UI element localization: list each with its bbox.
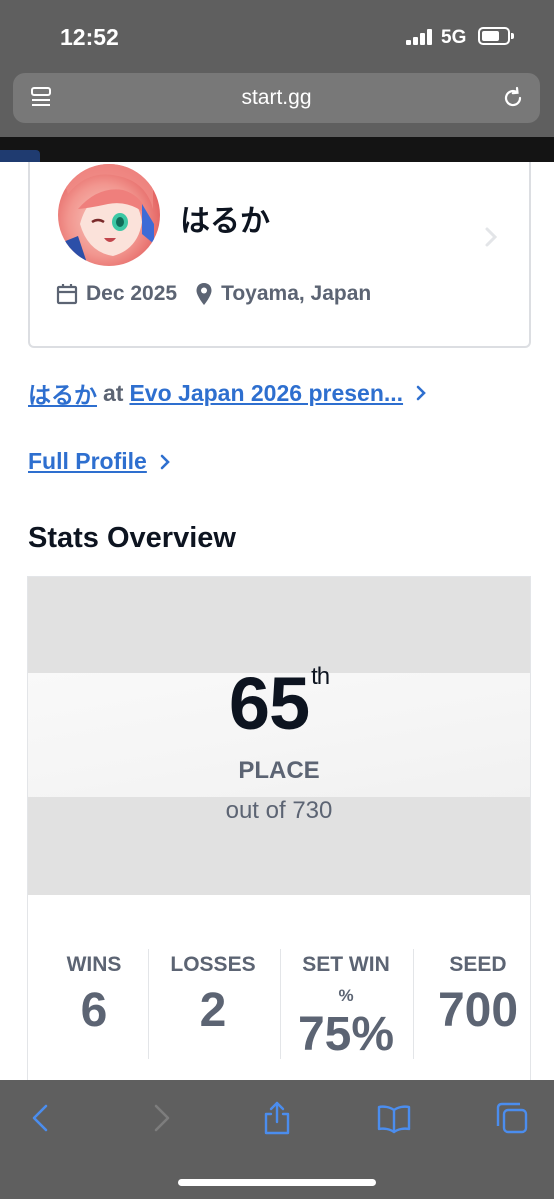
share-icon[interactable] xyxy=(259,1100,295,1136)
reload-icon[interactable] xyxy=(500,85,526,111)
back-icon[interactable] xyxy=(24,1100,60,1136)
full-profile-link[interactable]: Full Profile xyxy=(28,448,171,475)
stat-label: SEED xyxy=(449,953,507,976)
tabs-icon[interactable] xyxy=(494,1100,530,1136)
stats-panel: 65th PLACE out of 730 WINS 6 LOSSES 2 SE… xyxy=(27,576,531,1096)
event-date: Dec 2025 xyxy=(56,282,177,306)
cellular-signal-icon xyxy=(406,29,434,45)
placement-label: PLACE xyxy=(238,757,320,784)
event-date-text: Dec 2025 xyxy=(86,282,178,305)
event-entrant-link[interactable]: はるか at Evo Japan 2026 presen... xyxy=(28,376,427,410)
site-nav-marker xyxy=(0,150,40,162)
battery-icon xyxy=(478,27,514,45)
home-indicator[interactable] xyxy=(178,1179,376,1186)
stat-value: 700 xyxy=(437,984,519,1037)
stat-value: 75% xyxy=(297,1008,395,1061)
placement-out-of: out of 730 xyxy=(225,797,333,824)
stat-set-win-percent: SET WIN % 75% xyxy=(280,949,412,1062)
stat-wins: WINS 6 xyxy=(28,949,160,1038)
stat-label: SET WIN xyxy=(302,953,390,976)
chevron-right-icon xyxy=(485,227,498,247)
address-bar[interactable]: start.gg xyxy=(13,73,540,123)
event-link-at: at xyxy=(103,379,124,406)
player-meta: Dec 2025 Toyama, Japan xyxy=(56,282,389,306)
player-link[interactable]: はるか xyxy=(28,376,97,410)
network-type: 5G xyxy=(441,27,467,48)
stat-losses: LOSSES 2 xyxy=(147,949,279,1038)
stat-value: 2 xyxy=(199,984,227,1037)
calendar-icon xyxy=(56,284,78,305)
site-header-strip xyxy=(0,137,554,162)
bookmarks-icon[interactable] xyxy=(376,1100,412,1136)
event-location-text: Toyama, Japan xyxy=(221,282,372,305)
stat-label: LOSSES xyxy=(170,953,256,976)
event-name-link[interactable]: Evo Japan 2026 presen... xyxy=(129,380,403,407)
chevron-right-icon xyxy=(416,385,426,401)
player-name: はるか xyxy=(180,205,270,238)
stat-seed: SEED 700 xyxy=(412,949,544,1038)
url-text[interactable]: start.gg xyxy=(13,86,540,110)
stats-overview-title: Stats Overview xyxy=(28,522,236,554)
status-time: 12:52 xyxy=(60,24,119,50)
stat-label: WINS xyxy=(66,953,122,976)
event-location: Toyama, Japan xyxy=(195,282,371,306)
chevron-right-icon xyxy=(160,454,170,469)
placement-suffix: th xyxy=(311,663,330,690)
stat-value: 6 xyxy=(80,984,108,1037)
placement-box: 65th PLACE out of 730 xyxy=(28,577,530,895)
full-profile-label[interactable]: Full Profile xyxy=(28,448,147,475)
forward-icon[interactable] xyxy=(142,1100,178,1136)
placement-value: 65 xyxy=(228,662,310,745)
player-card[interactable]: はるか Dec 2025 Toyama, Japan xyxy=(28,162,531,348)
placement-number: 65th xyxy=(28,661,530,746)
location-pin-icon xyxy=(196,283,212,305)
avatar xyxy=(58,164,160,266)
